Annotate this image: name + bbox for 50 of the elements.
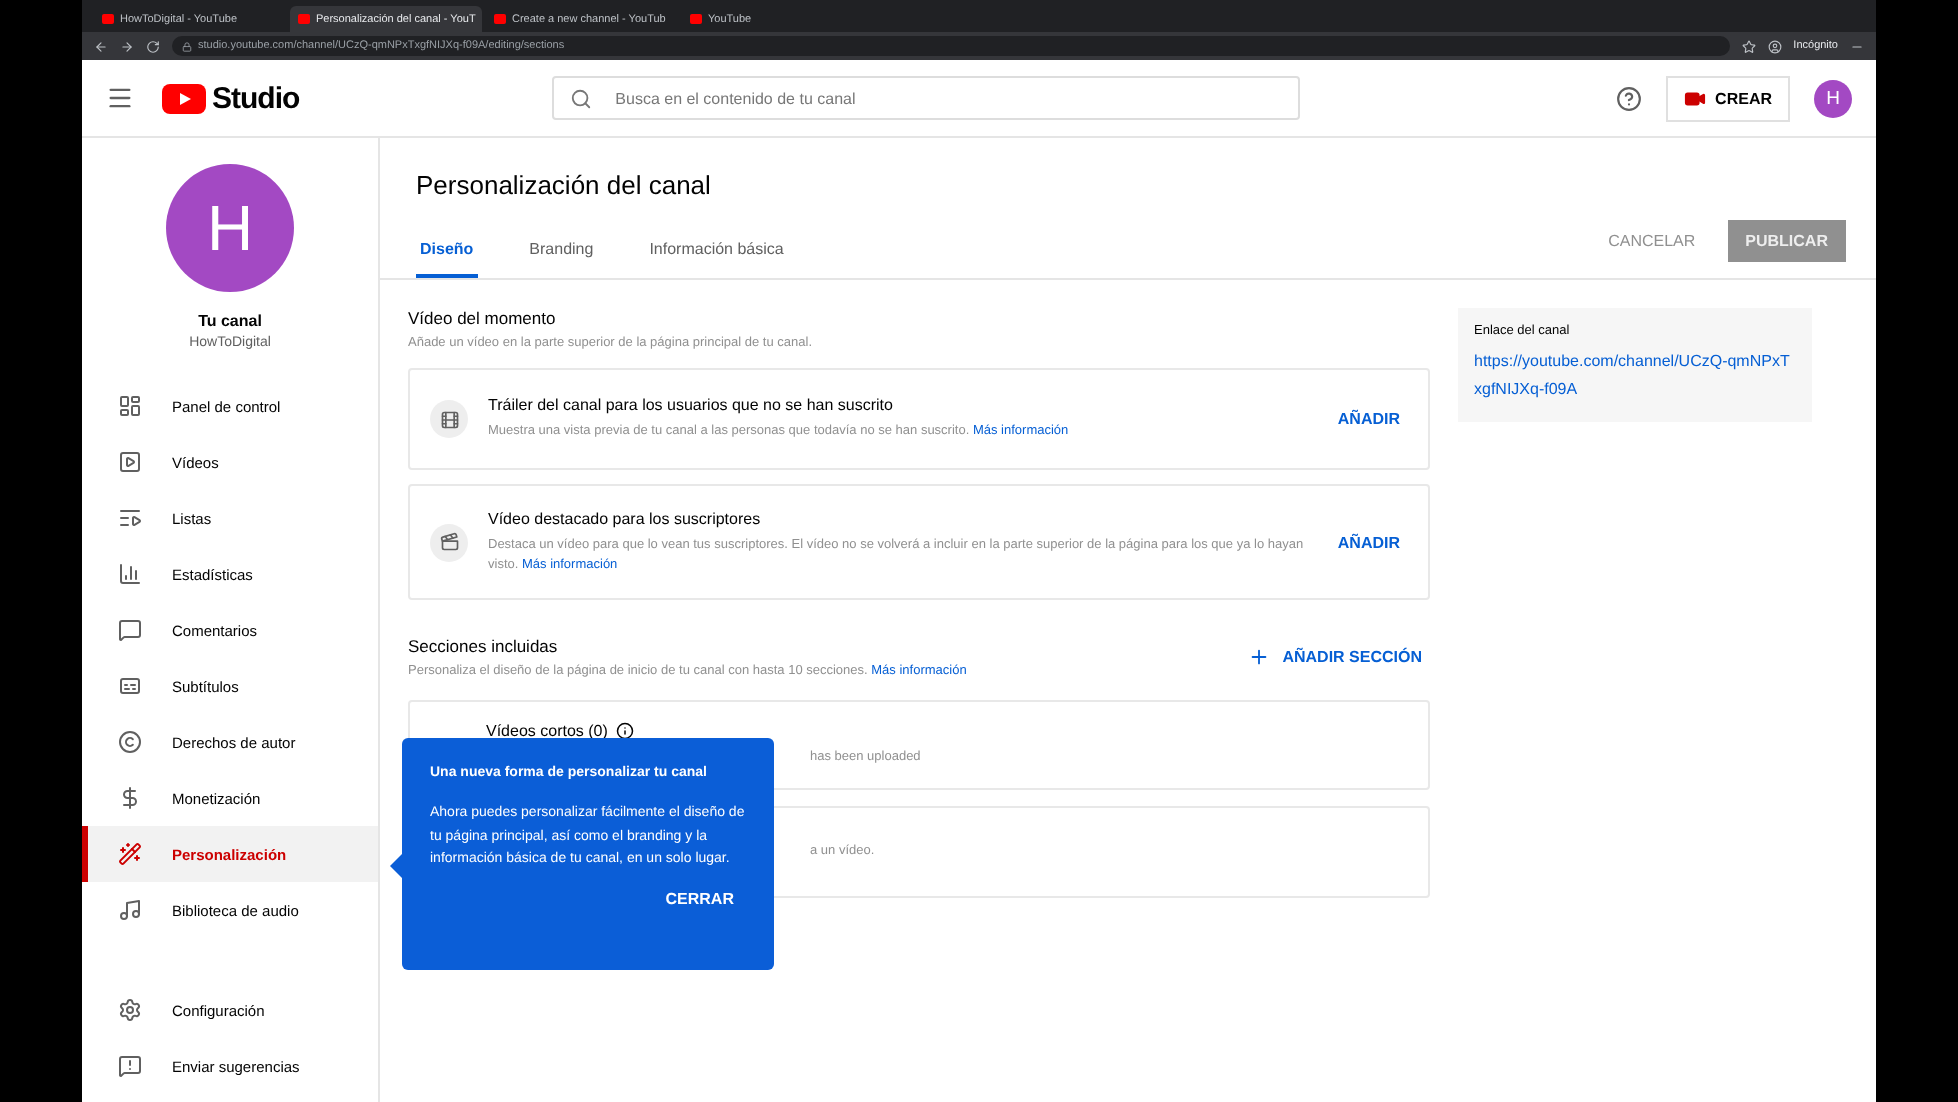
subtitles-icon xyxy=(118,674,142,698)
play-icon xyxy=(118,450,142,474)
studio-logo[interactable]: Studio xyxy=(162,81,300,115)
forward-icon[interactable] xyxy=(120,39,134,53)
section-title: Secciones incluidas xyxy=(408,636,560,656)
video-camera-icon xyxy=(1683,87,1706,109)
help-icon[interactable] xyxy=(1615,85,1642,111)
tab[interactable]: Branding xyxy=(525,240,598,278)
back-icon[interactable] xyxy=(94,39,108,53)
film-icon xyxy=(439,409,459,429)
music-icon xyxy=(118,898,142,922)
menu-icon[interactable] xyxy=(106,84,134,112)
card-title: Vídeo destacado para los suscriptores xyxy=(488,509,763,528)
favicon-icon xyxy=(690,14,702,24)
dollar-icon xyxy=(118,786,142,810)
plus-icon xyxy=(1248,646,1271,668)
info-icon[interactable] xyxy=(615,722,634,741)
list-icon xyxy=(118,506,142,530)
favicon-icon xyxy=(102,14,114,24)
page-title: Personalización del canal xyxy=(414,168,713,200)
channel-url-link[interactable]: https://youtube.com/channel/UCzQ-qmNPxTxgfNIJXq-f09A xyxy=(1474,348,1796,403)
channel-avatar[interactable]: H xyxy=(166,164,294,292)
reload-icon[interactable] xyxy=(146,39,160,53)
settings-icon xyxy=(118,998,142,1022)
add-section-button[interactable]: AÑADIR SECCIÓN xyxy=(1240,646,1430,668)
user-icon[interactable] xyxy=(1767,39,1782,53)
comment-icon xyxy=(118,618,142,642)
card-title: Tráiler del canal para los usuarios que no se han suscrito xyxy=(488,396,895,415)
favicon-icon xyxy=(298,14,310,24)
feedback-icon xyxy=(118,1054,142,1078)
tab[interactable]: Diseño xyxy=(416,240,478,278)
card-title: Vídeos cortos (0) xyxy=(486,722,1408,741)
add-button[interactable]: AÑADIR xyxy=(1329,410,1408,428)
favicon-icon xyxy=(494,14,506,24)
grid-icon xyxy=(118,394,142,418)
avatar[interactable]: H xyxy=(1814,79,1852,117)
lock-icon xyxy=(182,41,192,51)
clapperboard-icon xyxy=(439,532,459,552)
bar-chart-icon xyxy=(118,562,142,586)
channel-title: Tu canal xyxy=(198,312,262,330)
create-button[interactable]: CREAR xyxy=(1665,75,1790,121)
tab[interactable]: Información básica xyxy=(645,240,788,278)
add-button[interactable]: AÑADIR xyxy=(1329,533,1408,551)
copyright-icon xyxy=(118,730,142,754)
section-title: Vídeo del momento xyxy=(408,308,558,328)
star-icon[interactable] xyxy=(1741,39,1756,53)
magic-wand-icon xyxy=(118,842,142,866)
search-icon xyxy=(569,87,592,109)
close-button[interactable]: CERRAR xyxy=(653,887,746,910)
search-field[interactable]: Busca en el contenido de tu canal xyxy=(551,76,1300,120)
